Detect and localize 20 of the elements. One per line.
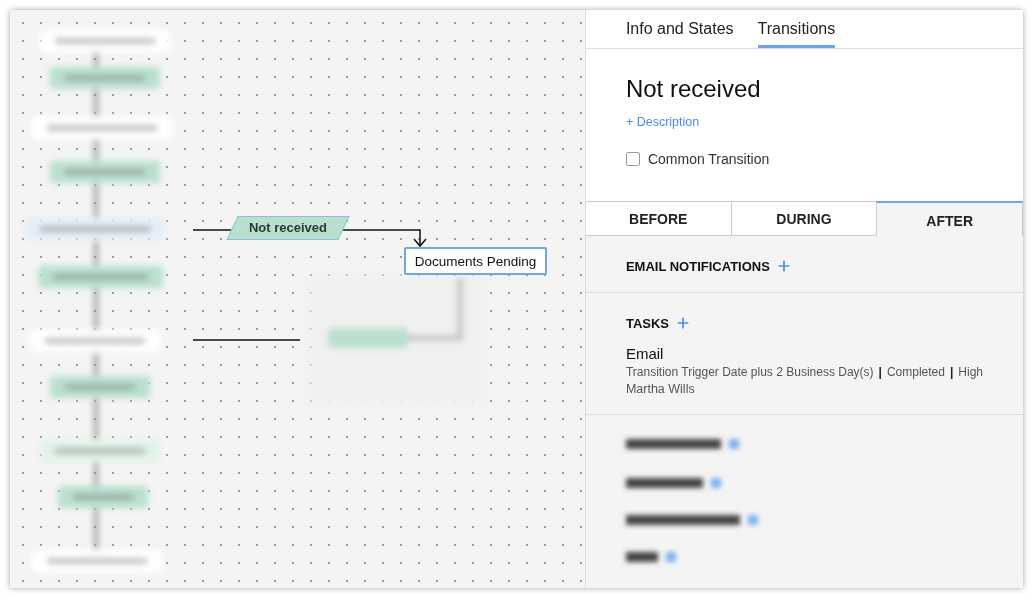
section-title: TASKS <box>625 315 669 331</box>
add-icon[interactable] <box>675 315 691 331</box>
task-detail: Completed <box>886 365 945 379</box>
task-detail: Transition Trigger Date plus 2 Business Day(s) <box>625 365 874 379</box>
separator: | <box>878 365 882 379</box>
phase-tab[interactable]: DURING <box>730 201 878 236</box>
phase-tab[interactable]: AFTER <box>876 201 1023 236</box>
transition-shape[interactable]: Not received <box>226 216 350 240</box>
checkbox[interactable] <box>625 152 640 166</box>
task-name: Email <box>625 345 665 362</box>
checkbox-label: Common Transition <box>647 151 770 167</box>
task-owner: Martha Wills <box>625 382 696 396</box>
phase-tab[interactable]: BEFORE <box>584 201 732 236</box>
state-node[interactable]: Documents Pending <box>404 247 547 275</box>
transition-title: Not received <box>625 75 762 103</box>
panel-tab[interactable]: Transitions <box>757 10 836 48</box>
section-title: EMAIL NOTIFICATIONS <box>625 258 770 274</box>
task-detail: High <box>958 365 983 379</box>
panel-tab[interactable]: Info and States <box>625 10 734 48</box>
separator: | <box>949 365 954 379</box>
